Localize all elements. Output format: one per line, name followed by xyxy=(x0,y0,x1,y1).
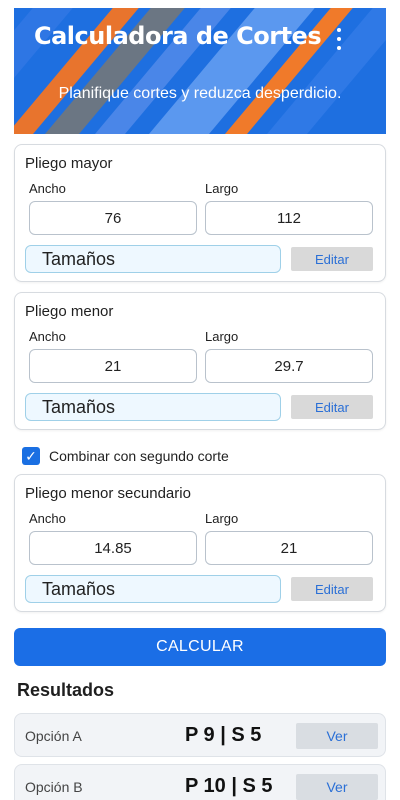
edit-button[interactable]: Editar xyxy=(291,247,373,271)
sizes-select[interactable]: Tamaños xyxy=(25,393,281,421)
option-label: Opción B xyxy=(25,779,83,795)
largo-input[interactable]: 112 xyxy=(205,201,373,235)
edit-button[interactable]: Editar xyxy=(291,577,373,601)
more-vertical-icon[interactable] xyxy=(332,28,346,50)
sizes-select[interactable]: Tamaños xyxy=(25,575,281,603)
largo-input[interactable]: 29.7 xyxy=(205,349,373,383)
results-title: Resultados xyxy=(17,680,115,700)
combine-label: Combinar con segundo corte xyxy=(49,448,229,464)
edit-button[interactable]: Editar xyxy=(291,395,373,419)
largo-label: Largo xyxy=(205,329,239,344)
view-button[interactable]: Ver xyxy=(296,723,378,749)
ancho-label: Ancho xyxy=(29,329,66,344)
largo-label: Largo xyxy=(205,511,239,526)
ancho-input[interactable]: 14.85 xyxy=(29,531,197,565)
largo-input[interactable]: 21 xyxy=(205,531,373,565)
combine-row[interactable]: ✓ Combinar con segundo corte xyxy=(22,446,229,466)
option-value: P 10 | S 5 xyxy=(185,775,273,797)
calculate-button[interactable]: CALCULAR xyxy=(14,628,386,666)
largo-label: Largo xyxy=(205,181,239,196)
header-banner: Calculadora de Cortes Planifique cortes … xyxy=(14,8,386,134)
option-value: P 9 | S 5 xyxy=(185,724,262,746)
result-row: Opción B P 10 | S 5 Ver xyxy=(14,764,386,800)
combine-checkbox[interactable]: ✓ xyxy=(22,447,40,465)
view-button[interactable]: Ver xyxy=(296,774,378,800)
check-icon: ✓ xyxy=(25,447,37,464)
ancho-label: Ancho xyxy=(29,511,66,526)
ancho-input[interactable]: 21 xyxy=(29,349,197,383)
card-title: Pliego mayor xyxy=(25,155,113,172)
pliego-menor-card: Pliego menor Ancho Largo 21 29.7 Tamaños… xyxy=(14,292,386,430)
app-title: Calculadora de Cortes xyxy=(34,22,322,50)
option-label: Opción A xyxy=(25,728,82,744)
pliego-mayor-card: Pliego mayor Ancho Largo 76 112 Tamaños … xyxy=(14,144,386,282)
result-row: Opción A P 9 | S 5 Ver xyxy=(14,713,386,757)
app-subtitle: Planifique cortes y reduzca desperdicio. xyxy=(58,85,342,102)
card-title: Pliego menor xyxy=(25,303,114,320)
card-title: Pliego menor secundario xyxy=(25,485,191,502)
pliego-secundario-card: Pliego menor secundario Ancho Largo 14.8… xyxy=(14,474,386,612)
ancho-label: Ancho xyxy=(29,181,66,196)
ancho-input[interactable]: 76 xyxy=(29,201,197,235)
sizes-select[interactable]: Tamaños xyxy=(25,245,281,273)
